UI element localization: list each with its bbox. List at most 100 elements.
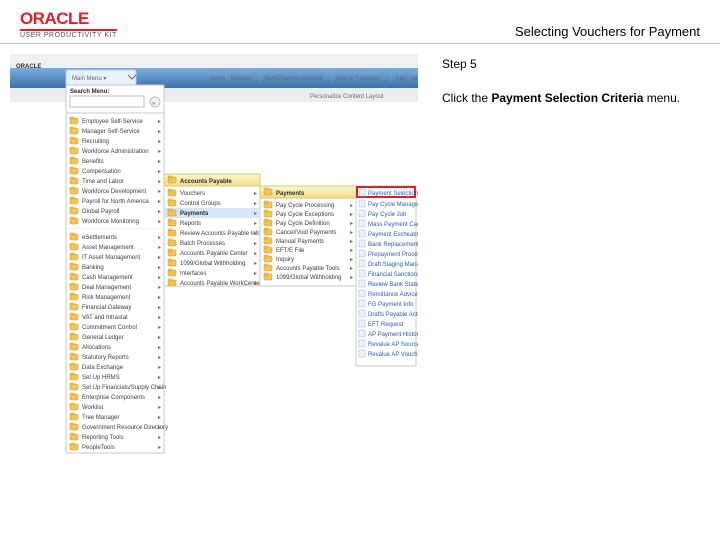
svg-text:▸: ▸ bbox=[254, 231, 257, 237]
sidebar-item[interactable]: General Ledger bbox=[82, 335, 124, 341]
submenu-item[interactable]: Interfaces bbox=[180, 271, 206, 277]
page-title: Selecting Vouchers for Payment bbox=[515, 24, 700, 39]
menu-item[interactable]: Review Bank Statement & Payment bbox=[368, 282, 418, 288]
personalize-bar[interactable]: Personalize Content Layout bbox=[310, 94, 384, 100]
svg-text:▸: ▸ bbox=[350, 248, 353, 254]
payment-selection-criteria-menu[interactable]: Payment Selection Criteria bbox=[368, 191, 418, 197]
main-menu-button[interactable]: Main Menu ▾ bbox=[72, 76, 106, 82]
nav-link[interactable]: Worklist bbox=[231, 76, 253, 82]
sidebar-item[interactable]: Asset Management bbox=[82, 245, 134, 251]
submenu-item[interactable]: Manual Payments bbox=[276, 239, 324, 245]
nav-link[interactable]: Home bbox=[210, 76, 227, 82]
svg-text:▸: ▸ bbox=[158, 355, 161, 361]
menu-item[interactable]: Pay Cycle Manager bbox=[368, 202, 418, 208]
sidebar-item[interactable]: Workforce Development bbox=[82, 189, 147, 195]
instruction-pane: Step 5 Click the Payment Selection Crite… bbox=[430, 44, 720, 464]
sidebar-item[interactable]: Workforce Administration bbox=[82, 149, 149, 155]
menu-item[interactable]: Drafts Payable Activity Report bbox=[368, 312, 418, 318]
menu-item[interactable]: Revalue AP Source File bbox=[368, 342, 418, 348]
submenu-item[interactable]: Reports bbox=[180, 221, 201, 227]
svg-text:▸: ▸ bbox=[350, 257, 353, 263]
sidebar-item[interactable]: Global Payroll bbox=[82, 209, 119, 215]
brand-subtext: USER PRODUCTIVITY KIT bbox=[20, 29, 117, 39]
svg-text:▸: ▸ bbox=[158, 315, 161, 321]
nav-link[interactable]: MultiChannel Console bbox=[264, 76, 323, 82]
sidebar-item[interactable]: Set Up HRMS bbox=[82, 375, 120, 381]
nav-link[interactable]: Sign out bbox=[396, 76, 418, 82]
sidebar-item[interactable]: VAT and Intrastat bbox=[82, 315, 128, 321]
submenu-item[interactable]: Pay Cycle Exceptions bbox=[276, 212, 334, 218]
submenu-item[interactable]: Accounts Payable Center bbox=[180, 251, 248, 257]
sidebar-item[interactable]: eSettlements bbox=[82, 235, 117, 241]
svg-text:▸: ▸ bbox=[158, 375, 161, 381]
menu-item[interactable]: Financial Sanctions bbox=[368, 272, 418, 278]
col2-header: Accounts Payable bbox=[180, 179, 232, 185]
sidebar-item[interactable]: Banking bbox=[82, 265, 104, 271]
submenu-item[interactable]: Payments bbox=[180, 211, 209, 217]
app-screenshot: ORACLE Main Menu ▾ HomeWorklistMultiChan… bbox=[10, 54, 418, 464]
svg-text:▸: ▸ bbox=[158, 445, 161, 451]
submenu-item[interactable]: Batch Processes bbox=[180, 241, 225, 247]
submenu-item[interactable]: 1099/Global Withholding bbox=[276, 275, 341, 281]
sidebar-item[interactable]: Payroll for North America bbox=[82, 199, 149, 205]
svg-text:▸: ▸ bbox=[350, 275, 353, 281]
menu-item[interactable]: AP Payment History by Bank bbox=[368, 332, 418, 338]
sidebar-item[interactable]: Worklist bbox=[82, 405, 104, 411]
svg-text:▸: ▸ bbox=[158, 345, 161, 351]
sidebar-item[interactable]: Enterprise Components bbox=[82, 395, 145, 401]
menu-item[interactable]: Mass Payment Cancellation bbox=[368, 222, 418, 228]
sidebar-item[interactable]: Allocations bbox=[82, 345, 111, 351]
sidebar-item[interactable]: Benefits bbox=[82, 159, 104, 165]
svg-text:▸: ▸ bbox=[158, 179, 161, 185]
sidebar-item[interactable]: Government Resource Directory bbox=[82, 425, 168, 431]
menu-item[interactable]: Prepayment Processing bbox=[368, 252, 418, 258]
menu-item[interactable]: Pay Cycle Job bbox=[368, 212, 407, 218]
sidebar-item[interactable]: Data Exchange bbox=[82, 365, 124, 371]
svg-text:▸: ▸ bbox=[158, 395, 161, 401]
search-input[interactable] bbox=[70, 96, 144, 107]
sidebar-item[interactable]: Recruiting bbox=[82, 139, 109, 145]
submenu-item[interactable]: Pay Cycle Definition bbox=[276, 221, 330, 227]
submenu-item[interactable]: EFT/E File bbox=[276, 248, 305, 254]
sidebar-item[interactable]: Reporting Tools bbox=[82, 435, 124, 441]
sidebar-item[interactable]: Compensation bbox=[82, 169, 121, 175]
menu-item[interactable]: Remittance Advice and Report bbox=[368, 292, 418, 298]
sidebar-item[interactable]: PeopleTools bbox=[82, 445, 115, 451]
sidebar-item[interactable]: Workforce Monitoring bbox=[82, 219, 139, 225]
sidebar-item[interactable]: Cash Management bbox=[82, 275, 133, 281]
oracle-upk-logo: ORACLE USER PRODUCTIVITY KIT bbox=[20, 10, 117, 39]
sidebar-item[interactable]: IT Asset Management bbox=[82, 255, 141, 261]
submenu-item[interactable]: 1099/Global Withholding bbox=[180, 261, 245, 267]
sidebar-item[interactable]: Employee Self-Service bbox=[82, 119, 143, 125]
submenu-item[interactable]: Vouchers bbox=[180, 191, 205, 197]
svg-text:▸: ▸ bbox=[158, 275, 161, 281]
submenu-item[interactable]: Accounts Payable WorkCenter bbox=[180, 281, 262, 287]
sidebar-item[interactable]: Manager Self-Service bbox=[82, 129, 140, 135]
submenu-item[interactable]: Accounts Payable Tools bbox=[276, 266, 340, 272]
svg-text:▸: ▸ bbox=[158, 325, 161, 331]
menu-item[interactable]: Revalue AP Voucher File bbox=[368, 352, 418, 358]
submenu-item[interactable]: Pay Cycle Processing bbox=[276, 203, 334, 209]
sidebar-item[interactable]: Set Up Financials/Supply Chain bbox=[82, 385, 166, 391]
menu-item[interactable]: Bank Replacement Rules bbox=[368, 242, 418, 248]
svg-text:▸: ▸ bbox=[158, 425, 161, 431]
menu-item[interactable]: EFT Request bbox=[368, 322, 404, 328]
brand-text: ORACLE bbox=[20, 10, 117, 27]
sidebar-item[interactable]: Tree Manager bbox=[82, 415, 119, 421]
submenu-item[interactable]: Inquiry bbox=[276, 257, 294, 263]
menu-item[interactable]: FG Payment Info bbox=[368, 302, 414, 308]
sidebar-item[interactable]: Risk Management bbox=[82, 295, 131, 301]
sidebar-item[interactable]: Time and Labor bbox=[82, 179, 124, 185]
sidebar-item[interactable]: Commitment Control bbox=[82, 325, 137, 331]
submenu-item[interactable]: Control Groups bbox=[180, 201, 221, 207]
menu-item[interactable]: Draft Staging Management bbox=[368, 262, 418, 268]
svg-text:▸: ▸ bbox=[254, 211, 257, 217]
sidebar-item[interactable]: Financial Gateway bbox=[82, 305, 131, 311]
sidebar-item[interactable]: Statutory Reports bbox=[82, 355, 129, 361]
submenu-item[interactable]: Review Accounts Payable Info bbox=[180, 231, 261, 237]
svg-text:▸: ▸ bbox=[158, 199, 161, 205]
submenu-item[interactable]: Cancel/Void Payments bbox=[276, 230, 336, 236]
nav-link[interactable]: Add to Favorites bbox=[336, 76, 380, 82]
menu-item[interactable]: Payment Escheatment bbox=[368, 232, 418, 238]
sidebar-item[interactable]: Deal Management bbox=[82, 285, 131, 291]
